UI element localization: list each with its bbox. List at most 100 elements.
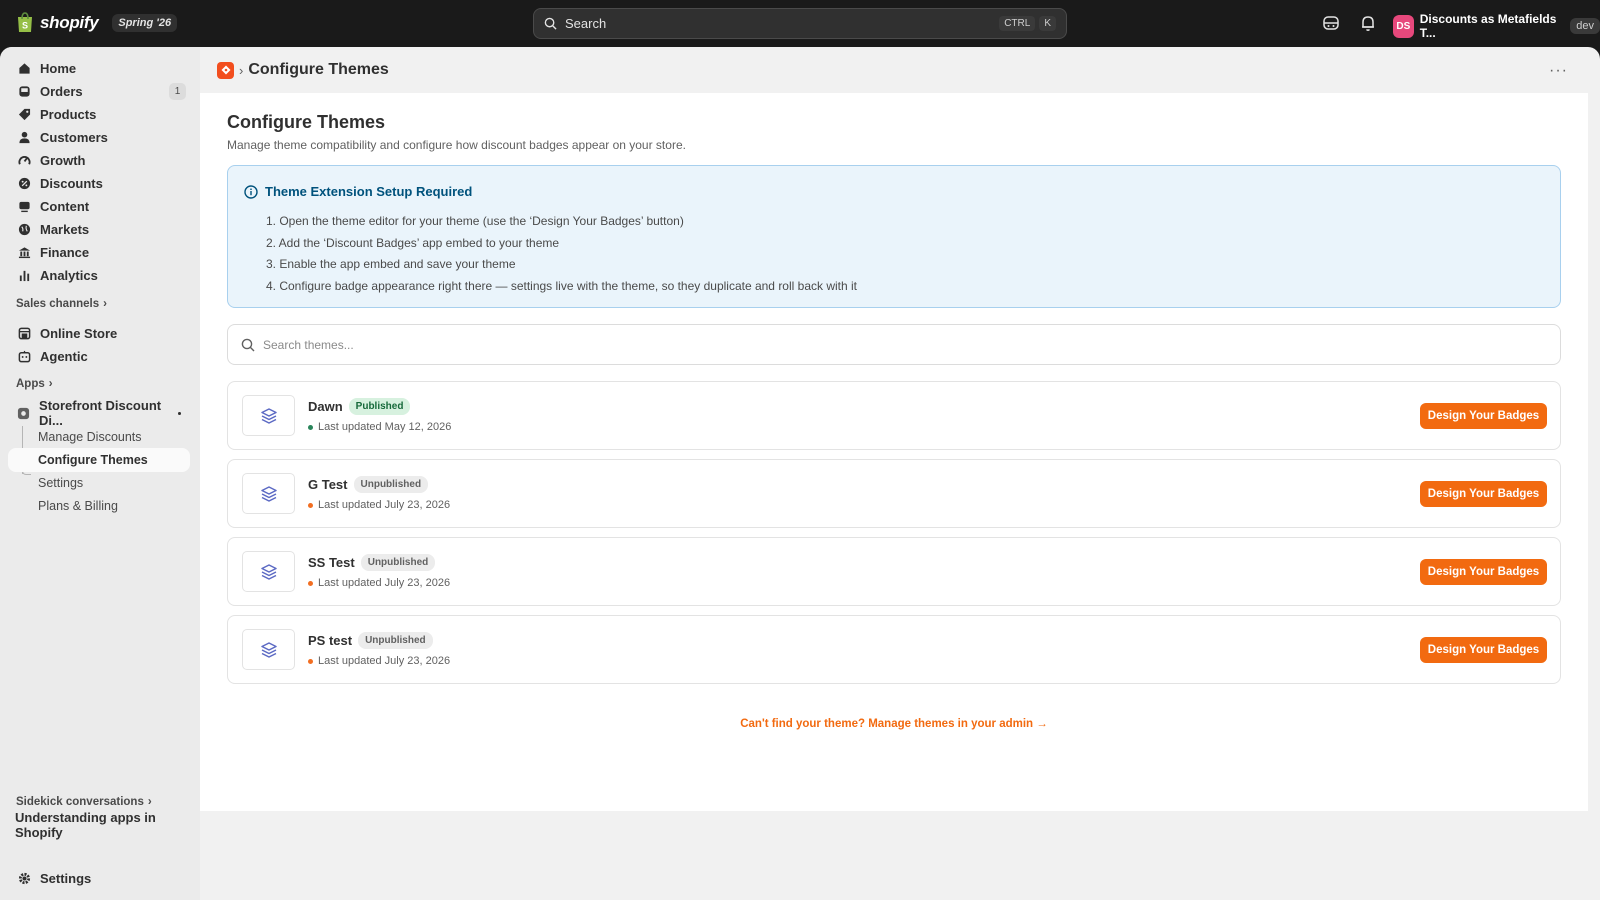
- sidebar-item-label: Discounts: [40, 175, 103, 191]
- theme-name-row: PS test Unpublished: [308, 632, 433, 649]
- sidebar-item-customers[interactable]: Customers: [8, 125, 190, 149]
- sidebar-item-markets[interactable]: Markets: [8, 217, 190, 241]
- status-dot-icon: [308, 424, 313, 430]
- chevron-right-icon: ›: [147, 796, 152, 808]
- status-dot-icon: [308, 580, 313, 586]
- sidebar-subitem-configure-themes[interactable]: Configure Themes: [8, 448, 190, 472]
- sidebar-subitem-settings[interactable]: Settings: [8, 471, 190, 495]
- global-search[interactable]: Search CTRL K: [533, 8, 1067, 39]
- sidebar-subitem-manage-discounts[interactable]: Manage Discounts: [8, 425, 190, 449]
- design-your-badges-button[interactable]: Design Your Badges: [1420, 559, 1547, 585]
- bell-icon[interactable]: [1359, 14, 1377, 32]
- store-name: Discounts as Metafields T...: [1419, 12, 1557, 40]
- env-badge: dev: [1570, 18, 1600, 34]
- sidebar-item-finance[interactable]: Finance: [8, 240, 190, 264]
- app-icon: [17, 406, 30, 420]
- search-shortcut: CTRL K: [999, 16, 1056, 31]
- setup-step: 4. Configure badge appearance right ther…: [266, 278, 858, 293]
- shopping-bag-icon: S: [18, 12, 32, 32]
- last-updated: Last updated May 12, 2026: [318, 421, 452, 433]
- sidebar-item-label: Customers: [40, 129, 108, 145]
- page-header: › Configure Themes ···: [200, 47, 1588, 93]
- content-icon: [17, 199, 31, 213]
- sidebar-item-label: Storefront Discount Di...: [39, 398, 162, 428]
- robot-icon: [17, 349, 31, 363]
- setup-steps-list: 1. Open the theme editor for your theme …: [266, 211, 857, 297]
- subitem-label: Configure Themes: [38, 453, 148, 467]
- admin-frame: Home Orders 1 Products Customers Growth …: [0, 47, 1600, 900]
- bank-icon: [17, 245, 31, 259]
- sidebar-item-label: Analytics: [40, 267, 98, 283]
- theme-search-input[interactable]: [263, 337, 1463, 352]
- sidebar-item-products[interactable]: Products: [8, 102, 190, 126]
- sidebar-item-content[interactable]: Content: [8, 194, 190, 218]
- store-icon: [17, 326, 31, 340]
- sidebar-item-discounts[interactable]: Discounts: [8, 171, 190, 195]
- subitem-label: Plans & Billing: [38, 499, 118, 513]
- status-badge: Unpublished: [360, 554, 436, 571]
- sidekick-conversations-heading[interactable]: Sidekick conversations ›: [16, 796, 152, 808]
- breadcrumb: Configure Themes: [248, 61, 389, 78]
- sidebar-item-settings[interactable]: Settings: [8, 866, 190, 890]
- theme-name: SS Test: [308, 555, 355, 570]
- shortcut-ctrl: CTRL: [999, 16, 1036, 31]
- sidekick-conversation-item[interactable]: Understanding apps in Shopify: [8, 810, 190, 840]
- theme-thumbnail: [242, 395, 295, 436]
- status-badge: Published: [348, 398, 411, 415]
- status-badge: Unpublished: [358, 632, 433, 649]
- setup-step: 1. Open the theme editor for your theme …: [266, 214, 684, 228]
- sales-channels-label: Sales channels: [16, 298, 100, 310]
- shortcut-k: K: [1039, 16, 1056, 31]
- manage-themes-link[interactable]: Can't find your theme? Manage themes in …: [200, 718, 1588, 730]
- top-bar: S shopify Spring '26 Search CTRL K DS Di…: [0, 0, 1600, 47]
- sidebar-item-label: Settings: [40, 870, 92, 886]
- sidebar-item-storefront-discount-app[interactable]: Storefront Discount Di...: [8, 398, 190, 428]
- apps-heading[interactable]: Apps ›: [16, 378, 53, 390]
- sales-channels-heading[interactable]: Sales channels ›: [16, 298, 107, 310]
- info-icon: [244, 184, 258, 199]
- more-actions-icon[interactable]: ···: [1549, 62, 1568, 80]
- status-dot-icon: [308, 658, 313, 664]
- sidebar-item-home[interactable]: Home: [8, 56, 190, 80]
- layers-icon: [260, 641, 277, 658]
- pin-dot-icon: [178, 411, 181, 415]
- season-badge: Spring '26: [112, 13, 178, 32]
- theme-card-g-test: G Test Unpublished Last updated July 23,…: [227, 459, 1561, 528]
- search-placeholder: Search: [565, 16, 607, 31]
- theme-meta: Last updated July 23, 2026: [308, 577, 450, 589]
- gauge-icon: [17, 153, 31, 167]
- sidebar-item-analytics[interactable]: Analytics: [8, 263, 190, 287]
- sidebar-item-label: Agentic: [40, 348, 88, 364]
- last-updated: Last updated July 23, 2026: [318, 577, 451, 589]
- setup-info-banner: Theme Extension Setup Required 1. Open t…: [227, 165, 1561, 308]
- theme-card-ps-test: PS test Unpublished Last updated July 23…: [227, 615, 1561, 684]
- breadcrumb-chevron-icon: ›: [239, 62, 244, 78]
- design-your-badges-button[interactable]: Design Your Badges: [1420, 481, 1547, 507]
- layers-icon: [260, 485, 277, 502]
- sidebar-item-orders[interactable]: Orders 1: [8, 79, 190, 103]
- store-switcher[interactable]: DS Discounts as Metafields T... dev: [1393, 12, 1600, 40]
- chevron-right-icon: ›: [48, 378, 53, 390]
- design-your-badges-button[interactable]: Design Your Badges: [1420, 637, 1547, 663]
- brand-wordmark: shopify: [40, 12, 99, 32]
- sidebar-item-online-store[interactable]: Online Store: [8, 321, 190, 345]
- sidebar-item-label: Online Store: [40, 325, 118, 341]
- person-icon: [17, 130, 31, 144]
- sidekick-conversation-label: Understanding apps in Shopify: [15, 810, 156, 840]
- sidebar-item-label: Finance: [40, 244, 90, 260]
- sidebar-item-agentic[interactable]: Agentic: [8, 344, 190, 368]
- sidebar: Home Orders 1 Products Customers Growth …: [0, 47, 200, 900]
- theme-search-field[interactable]: [227, 324, 1561, 365]
- shopify-logo[interactable]: S shopify Spring '26: [16, 12, 178, 33]
- setup-step: 2. Add the ‘Discount Badges’ app embed t…: [266, 235, 560, 250]
- design-your-badges-button[interactable]: Design Your Badges: [1420, 403, 1547, 429]
- sidebar-subitem-plans-billing[interactable]: Plans & Billing: [8, 494, 190, 518]
- bar-chart-icon: [17, 268, 31, 282]
- app-logo-icon[interactable]: [217, 61, 234, 79]
- home-icon: [17, 61, 31, 75]
- theme-card-ss-test: SS Test Unpublished Last updated July 23…: [227, 537, 1561, 606]
- sidebar-item-growth[interactable]: Growth: [8, 148, 190, 172]
- sidekick-label: Sidekick conversations: [16, 796, 144, 808]
- sidekick-icon[interactable]: [1322, 14, 1340, 32]
- layers-icon: [260, 563, 277, 580]
